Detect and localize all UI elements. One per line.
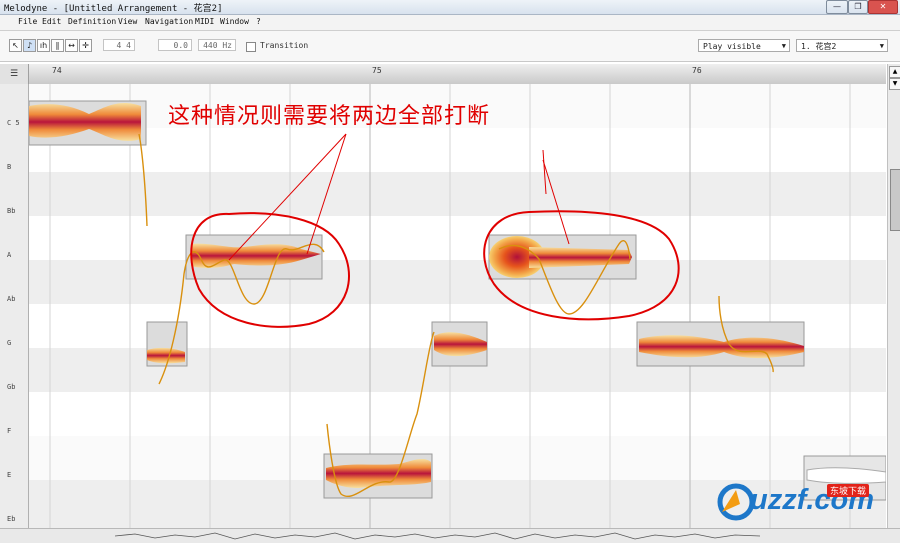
key-label: E (7, 471, 12, 479)
track-select-value: 1. 花宫2 (801, 42, 837, 51)
note-blob[interactable] (146, 321, 188, 367)
window-title: Melodyne - [Untitled Arrangement - 花宫2] (4, 4, 223, 14)
title-bar: Melodyne - [Untitled Arrangement - 花宫2] … (0, 0, 900, 15)
bar-number: 76 (692, 66, 702, 75)
scroll-down-icon[interactable]: ▼ (889, 78, 900, 90)
timeline-ruler[interactable]: 74 75 76 (29, 64, 886, 85)
transition-label: Transition (260, 41, 309, 50)
separation-tool-icon[interactable]: ∥ (51, 39, 64, 52)
bar-number: 75 (372, 66, 382, 75)
note-blob[interactable] (29, 100, 147, 146)
key-label: Ab (7, 295, 16, 303)
main-tool-icon[interactable]: ↖ (9, 39, 22, 52)
menu-file[interactable]: File (18, 17, 37, 26)
time-tool-icon[interactable]: ↔ (65, 39, 78, 52)
annotation-text: 这种情况则需要将两边全部打断 (168, 104, 491, 129)
semitone-rows (29, 84, 886, 528)
key-label: A (7, 251, 12, 259)
menu-help[interactable]: ? (256, 17, 261, 26)
transition-checkbox[interactable] (246, 42, 256, 52)
piano-keyboard[interactable]: C 5 B Bb A Ab G Gb F E Eb (0, 84, 29, 528)
amplitude-tool-icon[interactable]: ıh (37, 39, 50, 52)
key-label: Bb (7, 207, 16, 215)
key-label: Eb (7, 515, 16, 523)
watermark-logo: uzzf.com 东坡下载 (716, 478, 894, 524)
key-label: C 5 (7, 119, 20, 127)
minimize-button[interactable]: — (826, 0, 848, 14)
menu-view[interactable]: View (118, 17, 137, 26)
key-label: B (7, 163, 12, 171)
note-blob[interactable] (185, 234, 323, 280)
tempo-field[interactable]: 0.0 (158, 39, 192, 51)
menu-navigation[interactable]: Navigation (145, 17, 193, 26)
waveform-overview (115, 532, 760, 540)
track-select[interactable]: 1. 花宫2 ▼ (796, 39, 888, 52)
horizontal-scrollbar[interactable] (0, 528, 900, 543)
play-mode-value: Play visible (703, 42, 761, 51)
play-mode-select[interactable]: Play visible ▼ (698, 39, 790, 52)
note-editor-canvas (29, 84, 886, 528)
key-label: Gb (7, 383, 16, 391)
vertical-scrollbar[interactable]: ▲ ▼ (887, 64, 900, 528)
time-signature-field[interactable]: 4 4 (103, 39, 135, 51)
chevron-down-icon: ▼ (781, 42, 786, 50)
chevron-down-icon: ▼ (879, 42, 884, 50)
scroll-tool-icon[interactable]: ✛ (79, 39, 92, 52)
menu-edit[interactable]: Edit (42, 17, 61, 26)
note-blob[interactable] (431, 321, 488, 367)
pitch-tool-icon[interactable]: ♪ (23, 39, 36, 52)
tuning-field[interactable]: 440 Hz (198, 39, 236, 51)
toolbar: ↖ ♪ ıh ∥ ↔ ✛ 4 4 0.0 440 Hz Transition P… (0, 31, 900, 62)
scroll-thumb[interactable] (890, 169, 900, 231)
maximize-button[interactable]: ❐ (848, 0, 868, 14)
close-button[interactable]: ✕ (868, 0, 898, 14)
key-label: F (7, 427, 12, 435)
note-blob[interactable] (488, 234, 637, 280)
note-blob[interactable] (636, 321, 805, 367)
menu-definition[interactable]: Definition (68, 17, 116, 26)
key-label: G (7, 339, 12, 347)
watermark-tag: 东坡下载 (827, 484, 870, 497)
tracks-icon[interactable]: ☰ (0, 64, 29, 85)
scroll-up-icon[interactable]: ▲ (889, 66, 900, 78)
menu-window[interactable]: Window (220, 17, 249, 26)
menu-bar: File Edit Definition View Navigation MID… (0, 15, 900, 31)
note-editor-grid[interactable] (29, 84, 886, 528)
menu-midi[interactable]: MIDI (195, 17, 214, 26)
bar-number: 74 (52, 66, 62, 75)
